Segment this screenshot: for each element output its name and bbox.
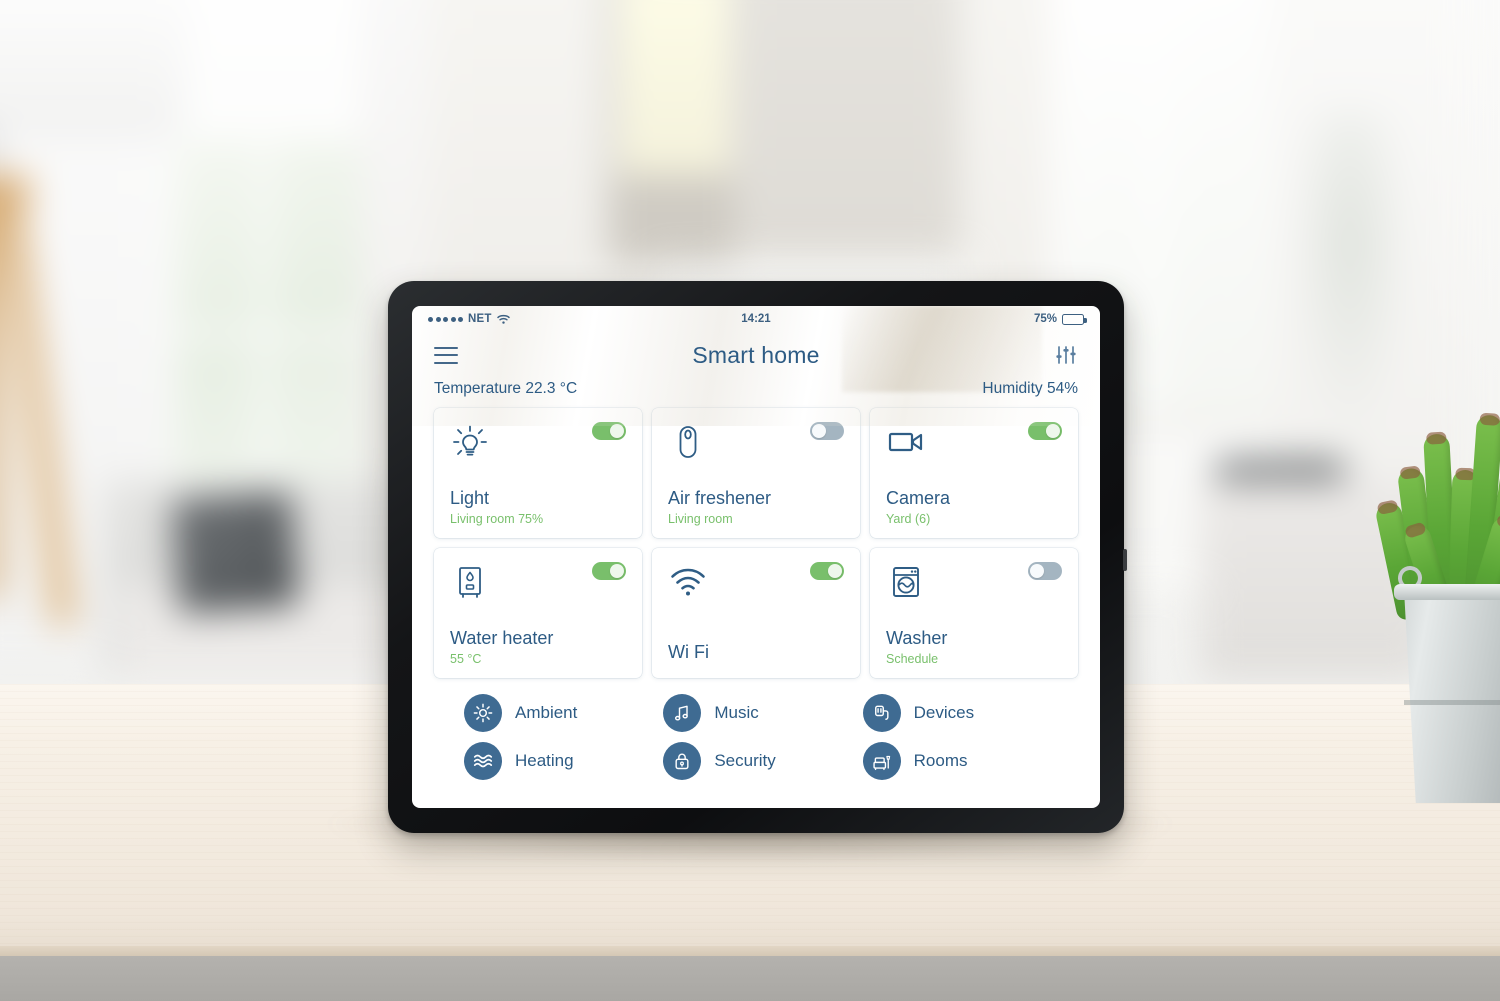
mirror-reflection-lower: [615, 175, 735, 265]
card-body: Camera Yard (6): [886, 488, 1062, 526]
menu-item-label: Security: [714, 751, 776, 770]
water-heater-icon: [450, 562, 490, 602]
device-card-washer[interactable]: Washer Schedule: [870, 548, 1078, 678]
menu-item-devices[interactable]: Devices: [862, 694, 1062, 732]
device-toggle-wifi[interactable]: [810, 562, 844, 580]
device-toggle-washer[interactable]: [1028, 562, 1062, 580]
device-toggle-light[interactable]: [592, 422, 626, 440]
wifi-icon: [668, 562, 708, 602]
status-bar-time: 14:21: [741, 313, 771, 325]
device-card-water-heater[interactable]: Water heater 55 °C: [434, 548, 642, 678]
device-status: Yard (6): [886, 512, 931, 526]
floor: [0, 956, 1500, 1001]
card-body: Water heater 55 °C: [450, 628, 626, 666]
waves-icon: [464, 742, 502, 780]
device-toggle-water-heater[interactable]: [592, 562, 626, 580]
page-title: Smart home: [692, 341, 820, 368]
menu-item-rooms[interactable]: Rooms: [862, 742, 1062, 780]
air-freshener-icon: [668, 422, 708, 462]
device-status: Schedule: [886, 652, 939, 666]
temperature-reading: Temperature 22.3 °C: [434, 380, 578, 397]
plug-icon: [862, 694, 901, 732]
sliders-icon[interactable]: [1054, 343, 1078, 367]
background-plant-glow: [1290, 110, 1410, 440]
smart-home-app: NET 14:21 75% Smart home Temperature 22.…: [412, 306, 1100, 808]
category-menu: Ambient Music Devices Heating Security R…: [412, 694, 1100, 780]
device-status: Living room 75%: [450, 512, 544, 526]
battery-icon: [1062, 313, 1087, 325]
environment-metrics: Temperature 22.3 °C Humidity 54%: [412, 378, 1100, 408]
card-header: [886, 562, 1062, 608]
washer-icon: [886, 562, 926, 602]
menu-item-label: Ambient: [515, 703, 578, 722]
sun-icon: [464, 694, 502, 732]
card-body: Light Living room 75%: [450, 488, 626, 526]
device-name: Air freshener: [668, 488, 772, 509]
card-body: Washer Schedule: [886, 628, 1062, 666]
device-status: Living room: [668, 512, 733, 526]
menu-item-music[interactable]: Music: [663, 694, 862, 732]
lock-icon: [663, 742, 702, 780]
app-header: Smart home: [412, 332, 1100, 378]
card-header: [450, 562, 626, 608]
device-toggle-camera[interactable]: [1028, 422, 1062, 440]
floor-lamp-shade: [0, 0, 180, 131]
device-name: Water heater: [450, 628, 554, 649]
bucket-band: [1404, 700, 1500, 705]
device-card-light[interactable]: Light Living room 75%: [434, 408, 642, 538]
card-header: [668, 422, 844, 468]
humidity-reading: Humidity 54%: [982, 380, 1078, 397]
tablet-power-button[interactable]: [1123, 549, 1127, 571]
tablet-device: NET 14:21 75% Smart home Temperature 22.…: [388, 281, 1127, 833]
card-header: [450, 422, 626, 468]
menu-item-label: Devices: [913, 703, 975, 722]
menu-item-label: Music: [714, 703, 759, 722]
card-body: Wi Fi: [668, 642, 844, 666]
window-right-mullion: [1150, 0, 1160, 420]
status-bar: NET 14:21 75%: [412, 306, 1100, 332]
device-card-wifi[interactable]: Wi Fi: [652, 548, 860, 678]
card-header: [668, 562, 844, 608]
bucket-rim: [1394, 584, 1500, 600]
furniture-icon: [862, 742, 901, 780]
card-header: [886, 422, 1062, 468]
music-icon: [663, 694, 702, 732]
device-name: Wi Fi: [668, 642, 709, 663]
lightbulb-icon: [450, 422, 490, 462]
device-name: Light: [450, 488, 490, 509]
window-left-mullion-horizontal: [175, 330, 360, 339]
card-body: Air freshener Living room: [668, 488, 844, 526]
camera-icon: [886, 422, 926, 462]
tablet-screen: NET 14:21 75% Smart home Temperature 22.…: [412, 306, 1100, 808]
device-toggle-air-freshener[interactable]: [810, 422, 844, 440]
menu-item-security[interactable]: Security: [663, 742, 862, 780]
device-status: 55 °C: [450, 652, 482, 666]
device-card-grid: Light Living room 75% Air freshener Livi…: [412, 408, 1100, 678]
device-name: Camera: [886, 488, 951, 509]
photo-scene: NET 14:21 75% Smart home Temperature 22.…: [0, 0, 1500, 1001]
throw-pillow: [171, 490, 299, 615]
device-name: Washer: [886, 628, 948, 649]
menu-item-heating[interactable]: Heating: [464, 742, 663, 780]
menu-item-label: Rooms: [913, 751, 968, 770]
device-card-air-freshener[interactable]: Air freshener Living room: [652, 408, 860, 538]
menu-item-ambient[interactable]: Ambient: [464, 694, 663, 732]
menu-item-label: Heating: [515, 751, 574, 770]
device-card-camera[interactable]: Camera Yard (6): [870, 408, 1078, 538]
